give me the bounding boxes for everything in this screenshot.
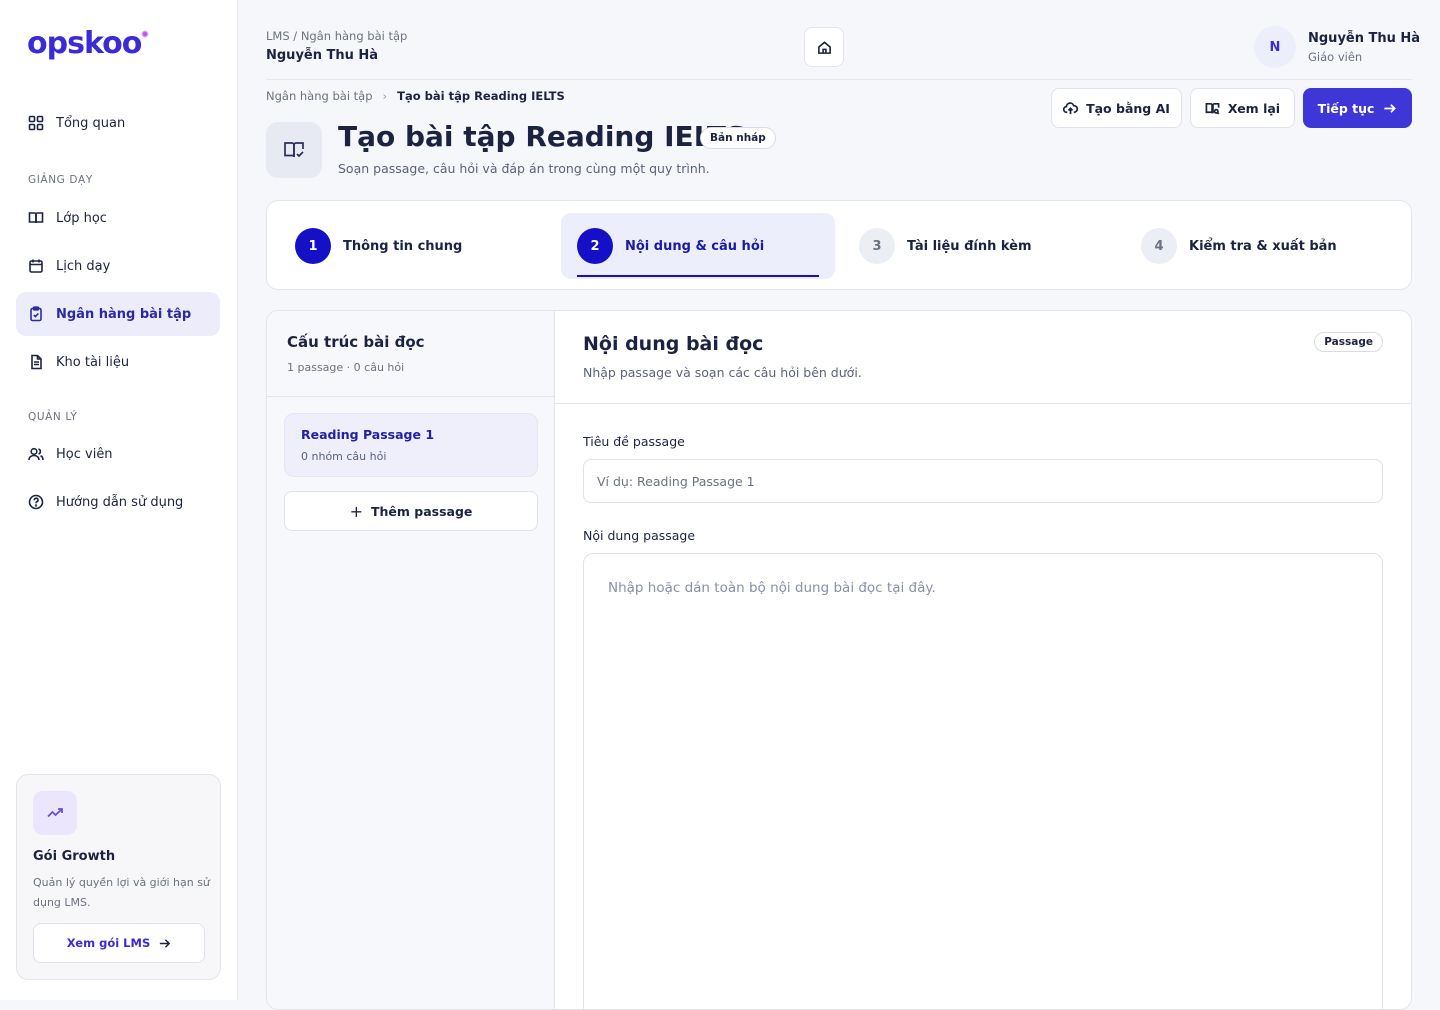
step-review-publish[interactable]: 4 Kiểm tra & xuất bản xyxy=(1125,213,1337,279)
user-name: Nguyễn Thu Hà xyxy=(1308,31,1421,46)
passage-item[interactable]: Reading Passage 1 0 nhóm câu hỏi xyxy=(284,413,538,477)
step-number: 4 xyxy=(1141,228,1177,264)
sidebar-item-label: Học viên xyxy=(56,446,113,462)
continue-label: Tiếp tục xyxy=(1317,100,1375,116)
home-button[interactable] xyxy=(804,27,844,67)
passage-title-label: Tiêu đề passage xyxy=(583,434,685,449)
help-circle-icon xyxy=(28,494,44,510)
page-subtitle: Soạn passage, câu hỏi và đáp án trong cù… xyxy=(338,161,710,176)
sidebar-item-documents[interactable]: Kho tài liệu xyxy=(16,340,220,384)
preview-label: Xem lại xyxy=(1227,100,1281,116)
structure-header: Cấu trúc bài đọc 1 passage · 0 câu hỏi xyxy=(267,311,554,397)
trending-up-icon xyxy=(33,791,77,835)
view-plan-button[interactable]: Xem gói LMS xyxy=(33,923,205,963)
arrow-right-icon xyxy=(160,938,171,948)
create-with-ai-button[interactable]: Tạo bằng AI xyxy=(1051,88,1182,128)
view-plan-label: Xem gói LMS xyxy=(66,936,151,950)
passage-body-label: Nội dung passage xyxy=(583,528,696,543)
users-icon xyxy=(28,446,44,462)
sidebar-item-label: Kho tài liệu xyxy=(56,354,130,370)
create-with-ai-label: Tạo bằng AI xyxy=(1086,100,1170,116)
breadcrumb: Ngân hàng bài tập › Tạo bài tập Reading … xyxy=(266,89,565,103)
opskoo-logo[interactable]: opskoo xyxy=(27,26,150,61)
plan-title: Gói Growth xyxy=(33,849,116,864)
content-panel: Nội dung bài đọc Nhập passage và soạn cá… xyxy=(555,311,1411,1009)
step-label: Thông tin chung xyxy=(343,238,463,254)
sidebar-item-schedule[interactable]: Lịch dạy xyxy=(16,244,220,288)
sidebar-item-overview[interactable]: Tổng quan xyxy=(16,101,220,145)
header-breadcrumb[interactable]: LMS / Ngân hàng bài tập xyxy=(266,29,407,43)
chevron-right-icon: › xyxy=(382,89,388,103)
sidebar-item-label: Lớp học xyxy=(56,210,107,226)
passage-badge: Passage xyxy=(1314,332,1383,352)
content-title: Nội dung bài đọc xyxy=(583,333,764,355)
passage-question-count: 0 nhóm câu hỏi xyxy=(301,450,387,463)
sidebar-item-classes[interactable]: Lớp học xyxy=(16,196,220,240)
arrow-right-icon xyxy=(1384,103,1397,113)
logo-sparkle-icon xyxy=(141,30,150,38)
breadcrumb-current: Tạo bài tập Reading IELTS xyxy=(397,89,565,103)
passage-name: Reading Passage 1 xyxy=(301,427,435,442)
step-label: Tài liệu đính kèm xyxy=(907,238,1032,254)
sidebar: opskoo Tổng quan GIẢNG DẠY Lớp học Lịch … xyxy=(0,0,238,1000)
book-check-icon xyxy=(266,122,322,178)
section-label-management: QUẢN LÝ xyxy=(28,411,78,423)
add-passage-button[interactable]: + Thêm passage xyxy=(284,491,538,531)
preview-button[interactable]: Xem lại xyxy=(1190,88,1295,128)
editor-panel: Cấu trúc bài đọc 1 passage · 0 câu hỏi R… xyxy=(266,310,1412,1010)
stepper: 1 Thông tin chung 2 Nội dung & câu hỏi 3… xyxy=(266,200,1412,290)
sidebar-item-exercise-bank[interactable]: Ngân hàng bài tập xyxy=(16,292,220,336)
passage-body-textarea[interactable] xyxy=(583,553,1383,1009)
continue-button[interactable]: Tiếp tục xyxy=(1303,88,1412,128)
status-badge: Bản nháp xyxy=(700,127,776,149)
content-header: Nội dung bài đọc Nhập passage và soạn cá… xyxy=(555,311,1411,404)
sidebar-item-label: Lịch dạy xyxy=(56,258,111,274)
active-step-underline xyxy=(577,275,819,277)
step-label: Kiểm tra & xuất bản xyxy=(1189,238,1337,254)
clipboard-check-icon xyxy=(28,306,44,322)
section-label-teaching: GIẢNG DẠY xyxy=(28,174,93,186)
user-role: Giáo viên xyxy=(1308,50,1363,64)
top-bar: LMS / Ngân hàng bài tập Nguyễn Thu Hà N … xyxy=(266,0,1420,80)
calendar-icon xyxy=(28,258,44,274)
header-subtitle: Nguyễn Thu Hà xyxy=(266,48,379,63)
open-book-icon xyxy=(28,210,44,226)
plan-card: Gói Growth Quản lý quyền lợi và giới hạn… xyxy=(16,774,221,980)
step-attachments[interactable]: 3 Tài liệu đính kèm xyxy=(843,213,1032,279)
structure-title: Cấu trúc bài đọc xyxy=(287,333,425,351)
breadcrumb-parent[interactable]: Ngân hàng bài tập xyxy=(266,89,373,103)
sidebar-item-students[interactable]: Học viên xyxy=(16,432,220,476)
plan-description: Quản lý quyền lợi và giới hạn sử dụng LM… xyxy=(33,876,210,909)
sidebar-item-label: Tổng quan xyxy=(56,115,126,131)
home-icon xyxy=(817,40,831,54)
sidebar-item-label: Hướng dẫn sử dụng xyxy=(56,494,184,510)
step-number: 2 xyxy=(577,228,613,264)
passage-title-input[interactable] xyxy=(583,459,1383,503)
step-number: 3 xyxy=(859,228,895,264)
step-number: 1 xyxy=(295,228,331,264)
cloud-upload-icon xyxy=(1063,101,1079,114)
book-search-icon xyxy=(1205,102,1220,114)
structure-meta: 1 passage · 0 câu hỏi xyxy=(287,361,405,374)
add-passage-label: Thêm passage xyxy=(371,503,473,519)
step-label: Nội dung & câu hỏi xyxy=(625,238,765,254)
document-icon xyxy=(28,354,44,370)
page-title: Tạo bài tập Reading IELTS xyxy=(338,120,747,153)
sidebar-item-label: Ngân hàng bài tập xyxy=(56,306,192,322)
sidebar-item-guide[interactable]: Hướng dẫn sử dụng xyxy=(16,480,220,524)
plus-icon: + xyxy=(349,501,363,521)
structure-panel: Cấu trúc bài đọc 1 passage · 0 câu hỏi R… xyxy=(267,311,555,1009)
dashboard-grid-icon xyxy=(28,115,44,131)
step-content-questions[interactable]: 2 Nội dung & câu hỏi xyxy=(561,213,835,279)
content-subtitle: Nhập passage và soạn các câu hỏi bên dướ… xyxy=(583,365,862,380)
step-general-info[interactable]: 1 Thông tin chung xyxy=(279,213,462,279)
avatar[interactable]: N xyxy=(1254,26,1296,68)
